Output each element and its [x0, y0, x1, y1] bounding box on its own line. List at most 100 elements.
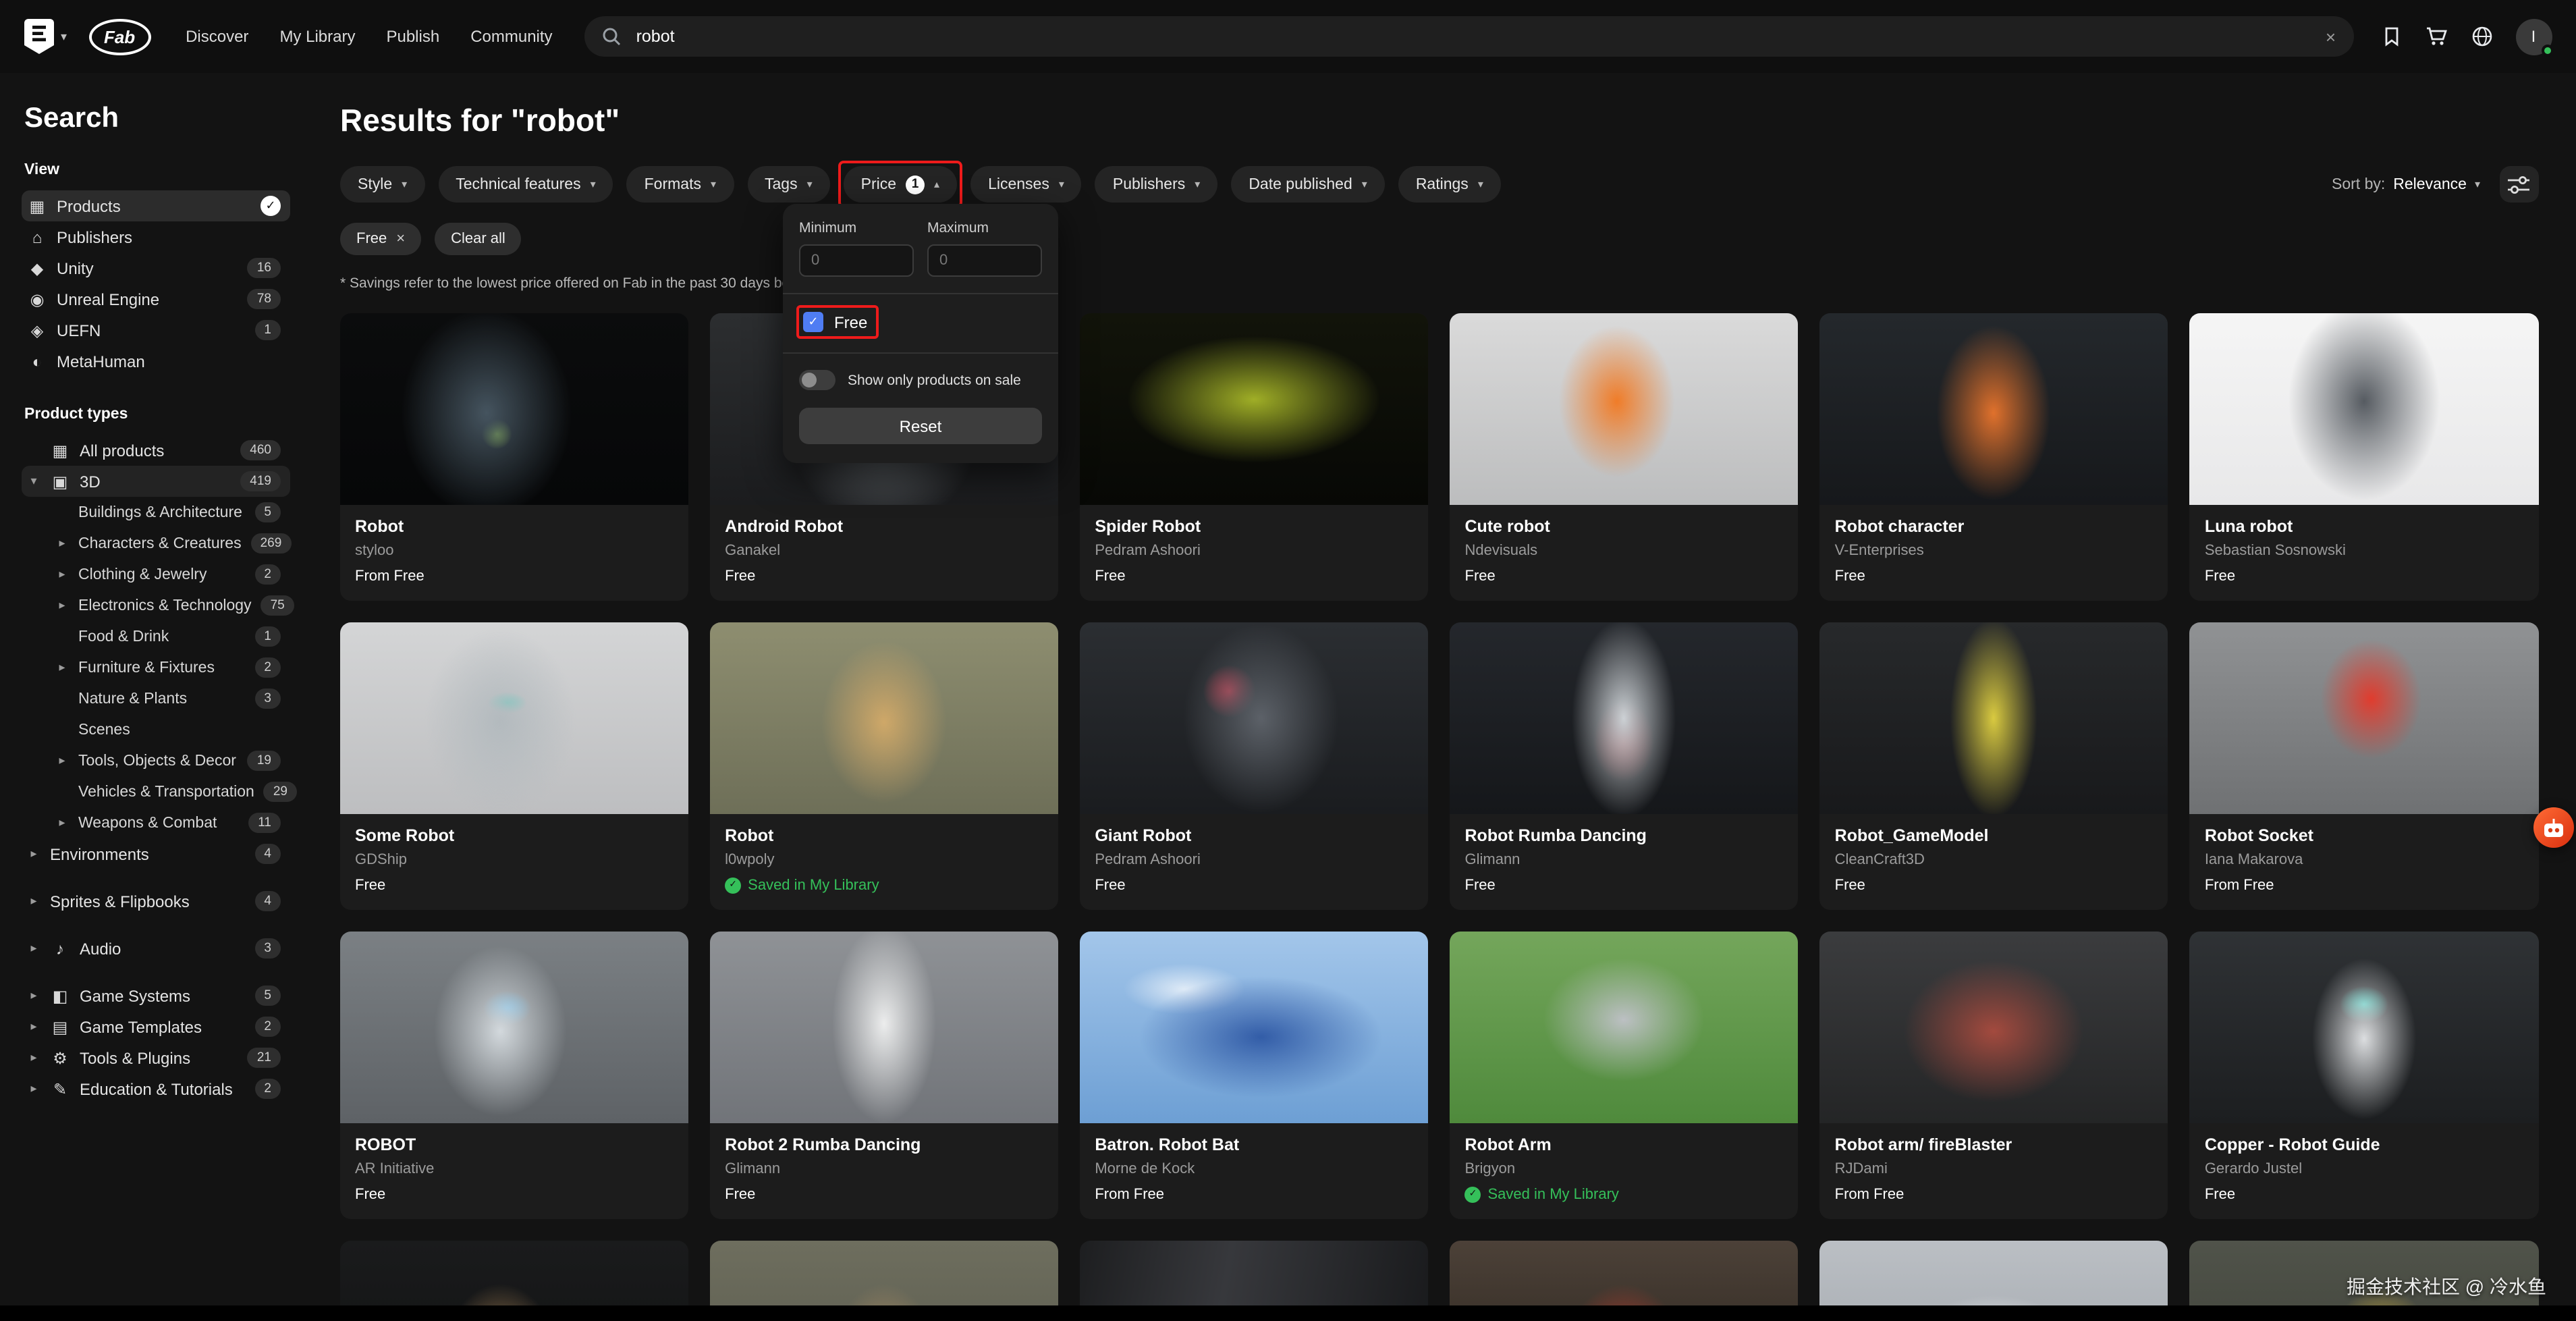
product-card[interactable]: Some Robot GDShip Free: [340, 622, 688, 910]
search-clear-icon[interactable]: ×: [2326, 28, 2336, 45]
nav-link[interactable]: Community: [470, 27, 552, 46]
product-thumbnail[interactable]: [340, 932, 688, 1123]
sidebar-type-item[interactable]: All products 460: [22, 435, 290, 466]
sidebar-view-item[interactable]: Unreal Engine 78: [22, 284, 290, 315]
product-thumbnail[interactable]: [1820, 622, 2168, 814]
product-thumbnail[interactable]: [1080, 932, 1428, 1123]
product-thumbnail[interactable]: [340, 313, 688, 505]
product-seller[interactable]: Iana Makarova: [2205, 851, 2523, 869]
product-card[interactable]: Robot Arm Brigyon Saved in My Library: [1450, 932, 1799, 1219]
minimum-price-input[interactable]: [799, 244, 914, 277]
product-card[interactable]: Copper - Robot Guide Gerardo Justel Free: [2190, 932, 2538, 1219]
chevron-icon[interactable]: [55, 660, 69, 675]
nav-link[interactable]: My Library: [279, 27, 355, 46]
chevron-icon[interactable]: [27, 846, 40, 861]
product-seller[interactable]: Morne de Kock: [1095, 1160, 1413, 1179]
product-card[interactable]: Batron. Robot Bat Morne de Kock From Fre…: [1080, 932, 1428, 1219]
product-seller[interactable]: RJDami: [1835, 1160, 2154, 1179]
sidebar-type-item[interactable]: Scenes: [50, 714, 290, 745]
product-seller[interactable]: CleanCraft3D: [1835, 851, 2154, 869]
sidebar-type-item[interactable]: Characters & Creatures 269: [50, 528, 290, 559]
sidebar-type-item[interactable]: Game Systems 5: [22, 980, 290, 1011]
sidebar-type-item[interactable]: Buildings & Architecture 5: [50, 497, 290, 528]
chevron-icon[interactable]: [27, 988, 40, 1003]
free-checkbox-checked[interactable]: [803, 312, 823, 332]
product-seller[interactable]: Gerardo Justel: [2205, 1160, 2523, 1179]
filter-dropdown-button[interactable]: Tags: [747, 166, 830, 203]
globe-icon[interactable]: [2471, 26, 2492, 47]
sidebar-type-item[interactable]: 3D 419: [22, 466, 290, 497]
sidebar-type-item[interactable]: Tools, Objects & Decor 19: [50, 745, 290, 776]
sidebar-type-item[interactable]: Sprites & Flipbooks 4: [22, 886, 290, 917]
filter-dropdown-button[interactable]: Price 1: [844, 166, 957, 203]
sidebar-view-item[interactable]: Unity 16: [22, 252, 290, 284]
product-seller[interactable]: styloo: [355, 541, 674, 560]
filter-chip[interactable]: Clear all: [435, 223, 522, 255]
sidebar-type-item[interactable]: Furniture & Fixtures 2: [50, 652, 290, 683]
chevron-icon[interactable]: [55, 753, 69, 768]
product-card[interactable]: Robot character V-Enterprises Free: [1820, 313, 2168, 601]
product-seller[interactable]: Ndevisuals: [1465, 541, 1784, 560]
sidebar-view-item[interactable]: UEFN 1: [22, 315, 290, 346]
product-seller[interactable]: Glimann: [725, 1160, 1043, 1179]
product-card[interactable]: Robot_GameModel CleanCraft3D Free: [1820, 622, 2168, 910]
product-card[interactable]: Giant Robot Pedram Ashoori Free: [1080, 622, 1428, 910]
remove-chip-icon[interactable]: [396, 231, 405, 247]
product-seller[interactable]: Sebastian Sosnowski: [2205, 541, 2523, 560]
filter-dropdown-button[interactable]: Technical features: [438, 166, 613, 203]
chevron-icon[interactable]: [27, 474, 40, 489]
maximum-price-input[interactable]: [927, 244, 1042, 277]
product-card[interactable]: Robot 2 Rumba Dancing Glimann Free: [710, 932, 1058, 1219]
sidebar-type-item[interactable]: Vehicles & Transportation 29: [50, 776, 290, 807]
sale-toggle[interactable]: [799, 370, 835, 390]
filter-dropdown-button[interactable]: Date published: [1231, 166, 1385, 203]
filter-dropdown-button[interactable]: Publishers: [1095, 166, 1217, 203]
product-seller[interactable]: Ganakel: [725, 541, 1043, 560]
sidebar-type-item[interactable]: Audio 3: [22, 933, 290, 964]
avatar[interactable]: I: [2515, 18, 2552, 55]
chevron-icon[interactable]: [27, 1050, 40, 1065]
chevron-icon[interactable]: [55, 567, 69, 582]
product-card[interactable]: Robot l0wpoly Saved in My Library: [710, 622, 1058, 910]
filter-dropdown-button[interactable]: Formats: [627, 166, 734, 203]
product-card[interactable]: Spider Robot Pedram Ashoori Free: [1080, 313, 1428, 601]
product-seller[interactable]: V-Enterprises: [1835, 541, 2154, 560]
epic-menu-chevron-icon[interactable]: ▾: [61, 29, 67, 44]
fab-logo[interactable]: Fab: [88, 18, 150, 55]
product-card[interactable]: Robot arm/ fireBlaster RJDami From Free: [1820, 932, 2168, 1219]
product-seller[interactable]: Pedram Ashoori: [1095, 541, 1413, 560]
product-seller[interactable]: GDShip: [355, 851, 674, 869]
chevron-icon[interactable]: [55, 536, 69, 551]
product-thumbnail[interactable]: [2190, 932, 2538, 1123]
chevron-icon[interactable]: [27, 1081, 40, 1096]
product-card[interactable]: Cute robot Ndevisuals Free: [1450, 313, 1799, 601]
sort-by-control[interactable]: Sort by: Relevance: [2332, 176, 2480, 192]
free-checkbox-row[interactable]: Free: [799, 308, 875, 336]
sidebar-type-item[interactable]: Tools & Plugins 21: [22, 1042, 290, 1073]
epic-games-logo[interactable]: [24, 19, 54, 54]
sidebar-type-item[interactable]: Education & Tutorials 2: [22, 1073, 290, 1104]
nav-link[interactable]: Discover: [186, 27, 248, 46]
sidebar-type-item[interactable]: Clothing & Jewelry 2: [50, 559, 290, 590]
sidebar-type-item[interactable]: Food & Drink 1: [50, 621, 290, 652]
sidebar-view-item[interactable]: Publishers: [22, 221, 290, 252]
product-thumbnail[interactable]: [1820, 932, 2168, 1123]
filter-dropdown-button[interactable]: Ratings: [1398, 166, 1501, 203]
filter-chip[interactable]: Free: [340, 223, 421, 255]
sidebar-view-item[interactable]: Products: [22, 190, 290, 221]
reset-button[interactable]: Reset: [799, 408, 1042, 444]
product-card[interactable]: ROBOT AR Initiative Free: [340, 932, 688, 1219]
sidebar-type-item[interactable]: Nature & Plants 3: [50, 683, 290, 714]
product-seller[interactable]: l0wpoly: [725, 851, 1043, 869]
cart-icon[interactable]: [2425, 26, 2448, 47]
product-thumbnail[interactable]: [710, 932, 1058, 1123]
sidebar-type-item[interactable]: Electronics & Technology 75: [50, 590, 290, 621]
product-thumbnail[interactable]: [2190, 313, 2538, 505]
product-seller[interactable]: AR Initiative: [355, 1160, 674, 1179]
sidebar-view-item[interactable]: MetaHuman: [22, 346, 290, 377]
sidebar-type-item[interactable]: Weapons & Combat 11: [50, 807, 290, 838]
search-input[interactable]: [634, 26, 2313, 47]
chevron-icon[interactable]: [55, 598, 69, 613]
product-seller[interactable]: Glimann: [1465, 851, 1784, 869]
filter-dropdown-button[interactable]: Licenses: [970, 166, 1082, 203]
